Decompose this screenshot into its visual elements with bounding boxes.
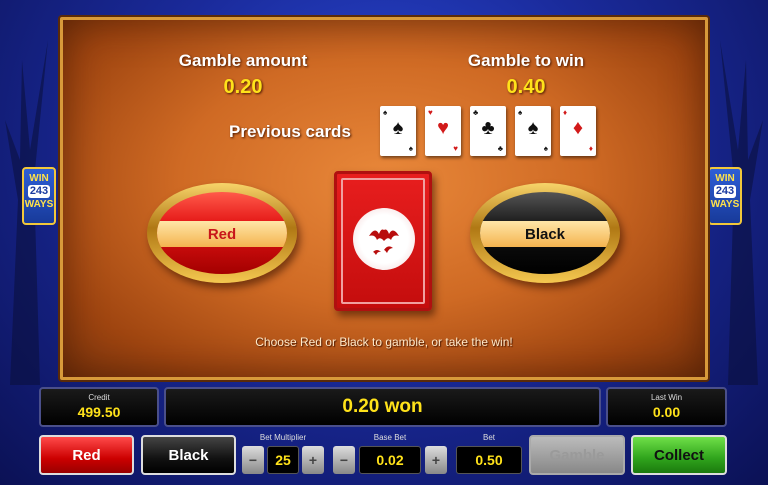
last-win-label: Last Win <box>650 393 683 402</box>
base-bet-control: Base Bet − 0.02 + <box>333 433 447 477</box>
club-icon: ♣ <box>481 117 495 139</box>
base-bet-label: Base Bet <box>373 433 407 442</box>
spade-icon: ♠ <box>408 144 413 153</box>
gamble-amount-value: 0.20 <box>223 76 263 98</box>
diamond-icon: ♦ <box>563 108 568 117</box>
last-win-value: 0.00 <box>652 404 681 420</box>
previous-card: ♦ ♦ ♦ <box>560 106 596 156</box>
collect-button[interactable]: Collect <box>631 435 727 475</box>
heart-icon: ♥ <box>453 144 458 153</box>
win-243-ways-logo-right: WIN 243 WAYS <box>708 167 742 225</box>
red-choice-label: Red <box>157 221 287 247</box>
diamond-icon: ♦ <box>572 117 584 139</box>
bat-icon <box>369 229 399 255</box>
gamble-to-win-label: Gamble to win <box>467 51 585 70</box>
bet-value: 0.50 <box>456 446 522 474</box>
spade-icon: ♠ <box>518 108 523 117</box>
logo-ways-text: WAYS <box>24 199 54 210</box>
previous-cards-list: ♠ ♠ ♠ ♥ ♥ ♥ ♣ ♣ ♣ ♠ ♠ ♠ ♦ ♦ ♦ <box>380 106 596 156</box>
black-choice-face: Black <box>480 192 610 274</box>
black-choice-button[interactable]: Black <box>470 183 620 283</box>
spade-icon: ♠ <box>527 117 539 139</box>
black-choice-label: Black <box>480 221 610 247</box>
bet-multiplier-value: 25 <box>267 446 299 474</box>
spade-icon: ♠ <box>392 117 404 139</box>
club-icon: ♣ <box>497 144 503 153</box>
base-bet-value: 0.02 <box>359 446 421 474</box>
logo-win-text: WIN <box>715 173 735 184</box>
previous-card: ♠ ♠ ♠ <box>515 106 551 156</box>
base-bet-decrease-button[interactable]: − <box>333 446 355 474</box>
logo-win-text: WIN <box>29 173 49 184</box>
red-choice-face: Red <box>157 192 287 274</box>
gamble-to-win-value: 0.40 <box>506 76 546 98</box>
spade-icon: ♠ <box>383 108 388 117</box>
base-bet-increase-button[interactable]: + <box>425 446 447 474</box>
gamble-button[interactable]: Gamble <box>529 435 625 475</box>
previous-card: ♣ ♣ ♣ <box>470 106 506 156</box>
last-win-display: Last Win 0.00 <box>606 387 727 427</box>
gamble-amount-label: Gamble amount <box>178 51 308 70</box>
bet-multiplier-control: Bet Multiplier − 25 + <box>242 433 324 477</box>
win-243-ways-logo-left: WIN 243 WAYS <box>22 167 56 225</box>
bet-multiplier-label: Bet Multiplier <box>259 433 307 442</box>
red-choice-button[interactable]: Red <box>147 183 297 283</box>
win-message-text: 0.20 won <box>342 396 423 417</box>
black-button[interactable]: Black <box>141 435 236 475</box>
club-icon: ♣ <box>473 108 479 117</box>
heart-icon: ♥ <box>428 108 433 117</box>
credit-label: Credit <box>88 393 110 402</box>
gamble-instruction: Choose Red or Black to gamble, or take t… <box>255 335 513 349</box>
bet-multiplier-decrease-button[interactable]: − <box>242 446 264 474</box>
bat-moon-icon <box>353 208 415 270</box>
face-down-card <box>334 171 432 311</box>
heart-icon: ♥ <box>437 117 449 139</box>
bet-multiplier-increase-button[interactable]: + <box>302 446 324 474</box>
gamble-panel: Gamble amount 0.20 Gamble to win 0.40 Pr… <box>60 17 708 380</box>
red-button[interactable]: Red <box>39 435 134 475</box>
logo-243-text: 243 <box>713 185 737 198</box>
bet-display: Bet 0.50 <box>456 433 522 477</box>
logo-243-text: 243 <box>27 185 51 198</box>
previous-card: ♠ ♠ ♠ <box>380 106 416 156</box>
spade-icon: ♠ <box>543 144 548 153</box>
win-message-display: 0.20 won <box>164 387 601 427</box>
credit-value: 499.50 <box>77 404 121 420</box>
bet-label: Bet <box>482 433 495 442</box>
previous-card: ♥ ♥ ♥ <box>425 106 461 156</box>
logo-ways-text: WAYS <box>710 199 740 210</box>
diamond-icon: ♦ <box>588 144 593 153</box>
previous-cards-label: Previous cards <box>229 122 351 141</box>
credit-display: Credit 499.50 <box>39 387 159 427</box>
